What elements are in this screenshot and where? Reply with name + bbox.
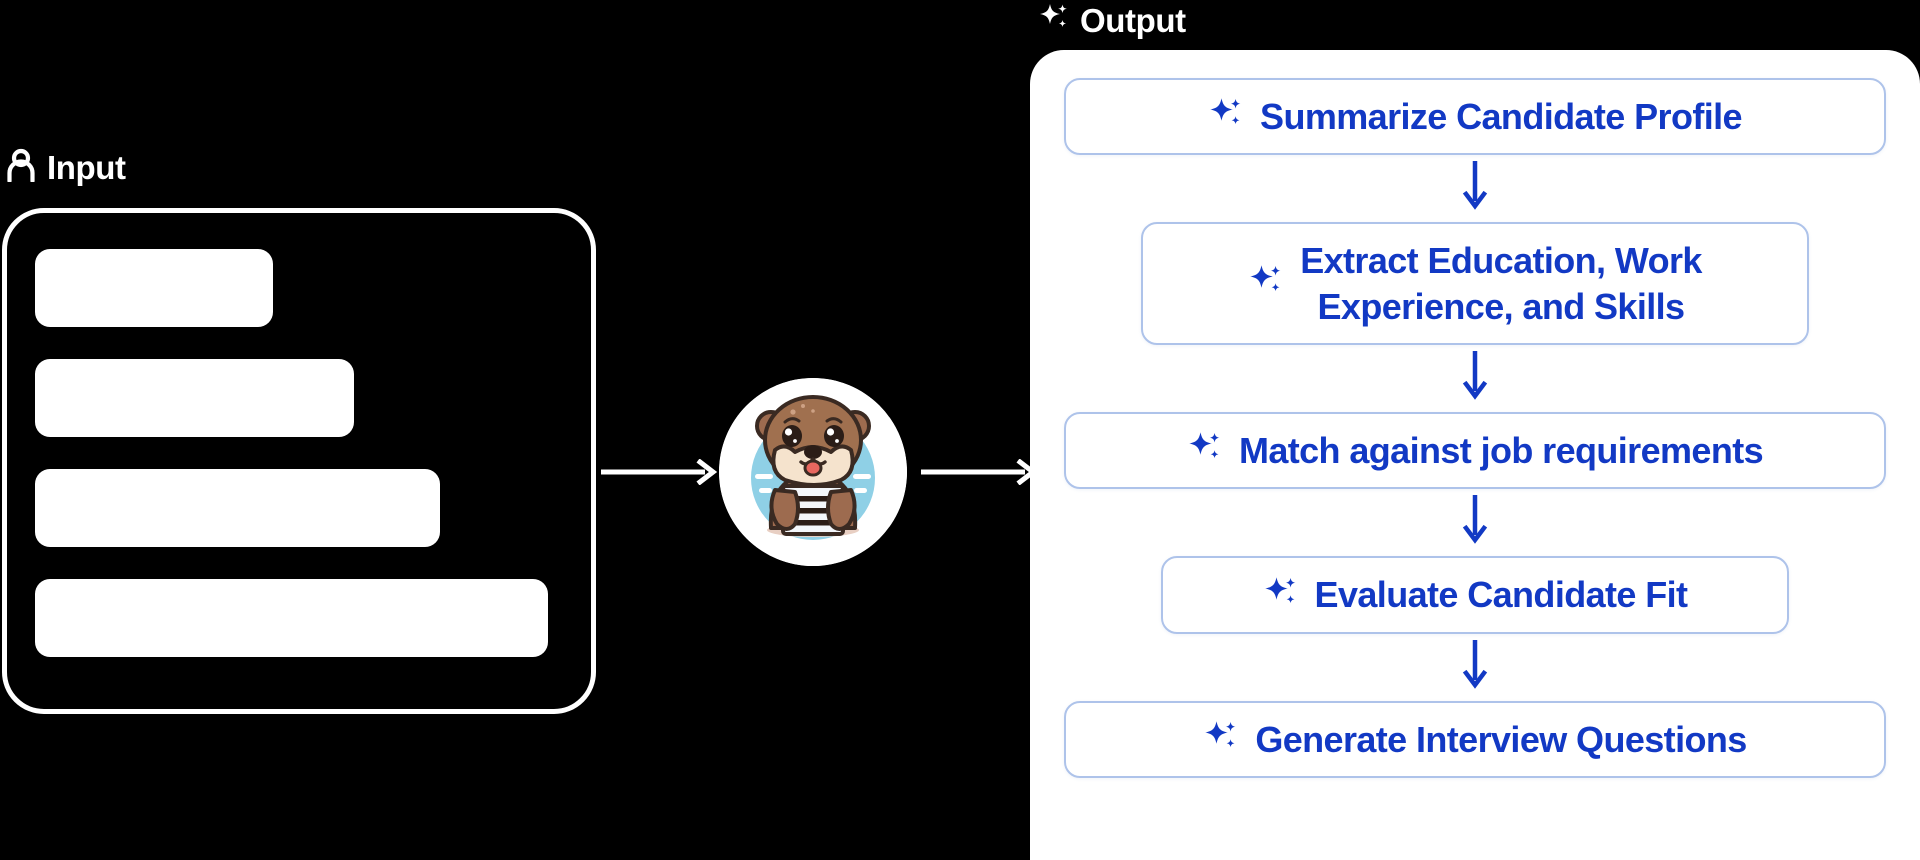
input-placeholder-bars: [35, 249, 575, 657]
arrow-agent-to-output-icon: [921, 458, 1038, 486]
output-step-evaluate-candidate-fit[interactable]: Evaluate Candidate Fit: [1161, 556, 1789, 634]
diagram-canvas: Input Output Summarize Candidate Profile…: [0, 0, 1920, 860]
input-bar-4: [35, 579, 548, 657]
arrow-down-icon: [1462, 495, 1488, 550]
input-bar-2: [35, 359, 354, 437]
sparkles-icon: [1038, 2, 1070, 39]
input-bar-3: [35, 469, 440, 547]
output-flow-list: Summarize Candidate Profile Extract Educ…: [1064, 78, 1886, 779]
sparkles-icon: [1187, 430, 1223, 471]
output-step-label: Summarize Candidate Profile: [1260, 96, 1743, 137]
arrow-down-icon: [1462, 639, 1488, 695]
sparkles-icon: [1203, 719, 1239, 760]
output-step-label: Generate Interview Questions: [1255, 718, 1747, 760]
person-icon: [6, 148, 36, 187]
input-label: Input: [47, 149, 126, 186]
output-step-summarize-candidate-profile[interactable]: Summarize Candidate Profile: [1064, 78, 1886, 156]
sparkles-icon: [1208, 96, 1244, 137]
arrow-down-icon: [1462, 351, 1488, 406]
output-step-match-against-job-requirements[interactable]: Match against job requirements: [1064, 412, 1886, 490]
arrow-input-to-agent-icon: [601, 458, 718, 486]
output-step-label: Match against job requirements: [1238, 430, 1764, 472]
output-panel: Summarize Candidate Profile Extract Educ…: [1030, 50, 1920, 860]
output-label: Output: [1080, 2, 1186, 39]
input-bar-1: [35, 249, 273, 327]
input-section-header: Input: [6, 148, 126, 187]
output-step-label: Evaluate Candidate Fit: [1314, 574, 1688, 616]
output-section-header: Output: [1038, 2, 1186, 39]
arrow-down-icon: [1462, 161, 1488, 216]
output-step-extract-education-work-experience-skills[interactable]: Extract Education, Work Experience, and …: [1141, 222, 1809, 346]
output-step-label: Extract Education, Work Experience, and …: [1300, 240, 1702, 327]
input-document-card[interactable]: [2, 208, 596, 714]
sparkles-icon: [1248, 263, 1284, 304]
output-step-generate-interview-questions[interactable]: Generate Interview Questions: [1064, 700, 1886, 779]
otter-mascot-icon: [719, 378, 907, 566]
sparkles-icon: [1263, 575, 1299, 616]
